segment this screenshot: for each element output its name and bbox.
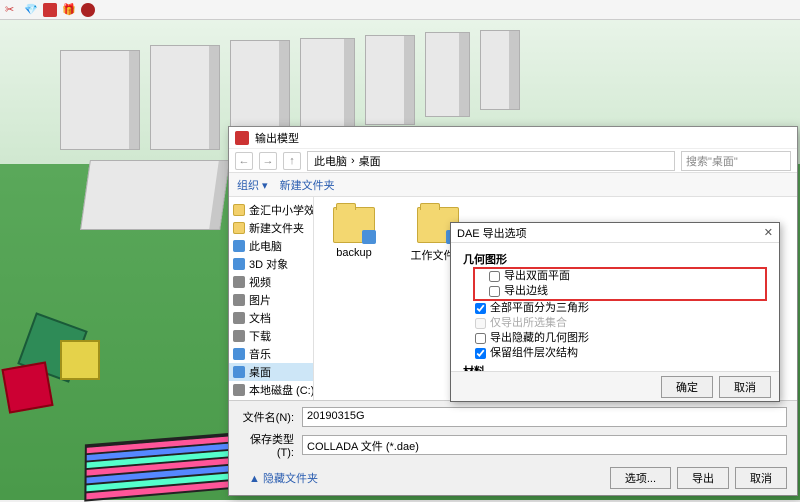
sidebar-item-label: 桌面 bbox=[249, 364, 271, 380]
dae-titlebar: DAE 导出选项 ✕ bbox=[451, 223, 779, 243]
app-toolbar: ✂ 💎 🎁 bbox=[0, 0, 800, 20]
ground-shape bbox=[60, 340, 100, 380]
sidebar-item-label: 文档 bbox=[249, 310, 271, 326]
dialog-footer: 文件名(N): 20190315G 保存类型(T): COLLADA 文件 (*… bbox=[229, 400, 797, 495]
breadcrumb-location[interactable]: 桌面 bbox=[359, 153, 381, 169]
organize-menu[interactable]: 组织 ▾ bbox=[237, 177, 268, 193]
close-icon[interactable]: ✕ bbox=[764, 226, 773, 239]
sidebar-item[interactable]: 下载 bbox=[229, 327, 313, 345]
dae-options-dialog: DAE 导出选项 ✕ 几何图形 导出双面平面 导出边线 全部平面分为三角形 仅导… bbox=[450, 222, 780, 402]
sidebar-item[interactable]: 文档 bbox=[229, 309, 313, 327]
filename-label: 文件名(N): bbox=[239, 409, 294, 425]
sidebar-item[interactable]: 桌面 bbox=[229, 363, 313, 381]
export-button[interactable]: 导出 bbox=[677, 467, 729, 489]
building-model bbox=[80, 160, 230, 230]
tool-ruby-icon[interactable]: 💎 bbox=[24, 3, 38, 17]
breadcrumb-pc[interactable]: 此电脑 bbox=[314, 153, 347, 169]
hide-folders-toggle[interactable]: ▲ 隐藏文件夹 bbox=[239, 468, 328, 488]
tool-cube-icon[interactable] bbox=[43, 3, 57, 17]
ground-shape bbox=[1, 361, 53, 413]
sidebar-item-label: 音乐 bbox=[249, 346, 271, 362]
folder-icon bbox=[233, 258, 245, 270]
sidebar-item[interactable]: 金汇中小学效果... bbox=[229, 201, 313, 219]
dialog-title: 输出模型 bbox=[255, 130, 299, 146]
nav-up-icon[interactable]: ↑ bbox=[283, 152, 301, 170]
folder-icon bbox=[233, 222, 245, 234]
cancel-button[interactable]: 取消 bbox=[735, 467, 787, 489]
sidebar-item-label: 新建文件夹 bbox=[249, 220, 304, 236]
file-label: backup bbox=[336, 247, 371, 259]
sidebar-item-label: 下载 bbox=[249, 328, 271, 344]
sidebar-item-label: 图片 bbox=[249, 292, 271, 308]
folder-icon bbox=[233, 294, 245, 306]
sidebar-item[interactable]: 本地磁盘 (C:) bbox=[229, 381, 313, 399]
group-material: 材料 bbox=[463, 363, 767, 371]
highlighted-options: 导出双面平面 导出边线 bbox=[473, 267, 767, 301]
dialog-toolbar: 组织 ▾ 新建文件夹 bbox=[229, 173, 797, 197]
file-item[interactable]: backup bbox=[324, 207, 384, 259]
folder-icon bbox=[233, 330, 245, 342]
filetype-label: 保存类型(T): bbox=[239, 431, 294, 459]
app-icon bbox=[235, 131, 249, 145]
nav-back-icon[interactable]: ← bbox=[235, 152, 253, 170]
sidebar-item[interactable]: 此电脑 bbox=[229, 237, 313, 255]
folder-tree[interactable]: 金汇中小学效果... 新建文件夹此电脑 3D 对象视频图片文档下载音乐桌面本地磁盘 … bbox=[229, 197, 314, 400]
folder-icon bbox=[233, 312, 245, 324]
tool-gift-icon[interactable]: 🎁 bbox=[62, 3, 76, 17]
folder-icon bbox=[333, 207, 375, 243]
sidebar-item[interactable]: 音乐 bbox=[229, 345, 313, 363]
sidebar-item-label: 本地磁盘 (C:) bbox=[249, 382, 314, 398]
options-button[interactable]: 选项... bbox=[610, 467, 671, 489]
folder-icon bbox=[233, 276, 245, 288]
opt-twosided-checkbox[interactable] bbox=[489, 271, 500, 282]
sidebar-item-label: 视频 bbox=[249, 274, 271, 290]
opt-hidden-checkbox bbox=[475, 318, 486, 329]
folder-icon bbox=[233, 240, 245, 252]
folder-icon bbox=[233, 384, 245, 396]
folder-icon bbox=[233, 204, 245, 216]
sidebar-item-label: 3D 对象 bbox=[249, 256, 288, 272]
opt-hierarchy-checkbox[interactable] bbox=[475, 348, 486, 359]
building-model bbox=[230, 40, 290, 140]
filename-input[interactable]: 20190315G bbox=[302, 407, 787, 427]
sidebar-item-label: 此电脑 bbox=[249, 238, 282, 254]
tool-gem-icon[interactable] bbox=[81, 3, 95, 17]
building-model bbox=[300, 38, 355, 133]
dae-cancel-button[interactable]: 取消 bbox=[719, 376, 771, 398]
opt-triangulate-checkbox[interactable] bbox=[475, 303, 486, 314]
nav-fwd-icon[interactable]: → bbox=[259, 152, 277, 170]
tool-scissors-icon[interactable]: ✂ bbox=[5, 3, 19, 17]
group-geometry: 几何图形 bbox=[463, 251, 767, 267]
sidebar-item-label: 金汇中小学效果... bbox=[249, 202, 314, 218]
filetype-select[interactable]: COLLADA 文件 (*.dae) bbox=[302, 435, 787, 455]
dae-title: DAE 导出选项 bbox=[457, 225, 527, 241]
building-model bbox=[365, 35, 415, 125]
dae-ok-button[interactable]: 确定 bbox=[661, 376, 713, 398]
sidebar-item[interactable]: 图片 bbox=[229, 291, 313, 309]
building-model bbox=[480, 30, 520, 110]
dialog-titlebar: 输出模型 bbox=[229, 127, 797, 149]
search-input[interactable]: 搜索"桌面" bbox=[681, 151, 791, 171]
dialog-nav: ← → ↑ 此电脑 › 桌面 搜索"桌面" bbox=[229, 149, 797, 173]
sidebar-item[interactable]: 视频 bbox=[229, 273, 313, 291]
opt-export-hidden-checkbox[interactable] bbox=[475, 333, 486, 344]
sidebar-item[interactable]: 3D 对象 bbox=[229, 255, 313, 273]
folder-icon bbox=[233, 348, 245, 360]
breadcrumb[interactable]: 此电脑 › 桌面 bbox=[307, 151, 675, 171]
building-model bbox=[150, 45, 220, 150]
sidebar-item[interactable]: 新建文件夹 bbox=[229, 219, 313, 237]
building-model bbox=[60, 50, 140, 150]
chevron-right-icon: › bbox=[351, 155, 355, 167]
building-model bbox=[425, 32, 470, 117]
folder-icon bbox=[233, 366, 245, 378]
opt-edges-checkbox[interactable] bbox=[489, 286, 500, 297]
new-folder-button[interactable]: 新建文件夹 bbox=[280, 177, 335, 193]
